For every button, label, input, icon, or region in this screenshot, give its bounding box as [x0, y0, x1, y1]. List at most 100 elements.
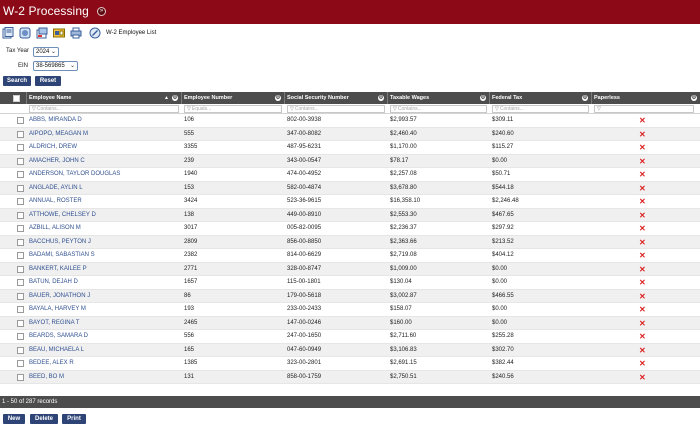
reset-button[interactable]: Reset: [35, 76, 61, 86]
row-checkbox[interactable]: [17, 117, 24, 124]
paperless-x-icon[interactable]: ✕: [639, 141, 646, 155]
print-report-icon[interactable]: [2, 27, 14, 39]
efile-icon[interactable]: [53, 27, 65, 39]
export-icon[interactable]: [36, 27, 48, 39]
employee-name-link[interactable]: ANGLADE, AYLIN L: [29, 182, 83, 196]
paperless-x-icon[interactable]: ✕: [639, 222, 646, 236]
column-menu-icon[interactable]: ⚙: [378, 95, 384, 101]
table-row[interactable]: BEDEE, ALEX R 1385 323-00-2801 $2,691.15 $38…: [0, 357, 700, 371]
filter-ssn[interactable]: ▽Contains...: [287, 105, 385, 113]
col-taxable-wages[interactable]: Taxable Wages ⚙: [388, 92, 490, 104]
row-checkbox[interactable]: [17, 225, 24, 232]
row-checkbox[interactable]: [17, 238, 24, 246]
filter-federal-tax[interactable]: ▽Contains...: [492, 105, 589, 113]
employee-name-link[interactable]: BATUN, DEJAH D: [29, 276, 78, 290]
paperless-x-icon[interactable]: ✕: [639, 195, 646, 209]
row-checkbox[interactable]: [17, 198, 24, 205]
table-row[interactable]: BACCHUS, PEYTON J 2809 856-00-8850 $2,363.6…: [0, 235, 700, 250]
paperless-x-icon[interactable]: ✕: [639, 168, 646, 182]
table-row[interactable]: BEARDS, SAMARA D 556 247-00-1650 $2,711.60 $…: [0, 330, 700, 344]
employee-name-link[interactable]: BAYOT, REGINA T: [29, 317, 79, 331]
table-row[interactable]: BEAU, MICHAELA L 165 047-60-0949 $3,106.83 $…: [0, 343, 700, 358]
row-checkbox[interactable]: [17, 157, 24, 165]
employee-name-link[interactable]: BEDEE, ALEX R: [29, 357, 74, 371]
paperless-x-icon[interactable]: ✕: [639, 344, 646, 358]
expand-arrow-icon[interactable]: »: [97, 7, 106, 16]
paperless-x-icon[interactable]: ✕: [639, 155, 646, 169]
row-checkbox[interactable]: [17, 184, 24, 192]
print-forms-icon[interactable]: [19, 27, 31, 39]
employee-name-link[interactable]: AIPOPO, MEAGAN M: [29, 128, 88, 142]
paperless-x-icon[interactable]: ✕: [639, 330, 646, 344]
employee-name-link[interactable]: ANNUAL, ROSTER: [29, 195, 82, 209]
col-employee-name[interactable]: Employee Name ▲ ⚙: [27, 92, 182, 104]
filter-paperless[interactable]: ▽: [594, 105, 694, 113]
table-row[interactable]: AIPOPO, MEAGAN M 555 347-00-8082 $2,460.40 $…: [0, 127, 700, 142]
employee-name-link[interactable]: BEED, BO M: [29, 371, 64, 385]
row-checkbox[interactable]: [17, 373, 24, 381]
row-checkbox[interactable]: [17, 144, 24, 151]
row-checkbox[interactable]: [17, 252, 24, 259]
employee-name-link[interactable]: AMACHER, JOHN C: [29, 155, 85, 169]
filter-employee-name[interactable]: ▽Contains...: [29, 105, 179, 113]
paperless-x-icon[interactable]: ✕: [639, 263, 646, 277]
paperless-x-icon[interactable]: ✕: [639, 357, 646, 371]
table-row[interactable]: BAUER, JONATHON J 86 179-00-5618 $3,002.87 $…: [0, 289, 700, 304]
row-checkbox[interactable]: [17, 279, 24, 286]
paperless-x-icon[interactable]: ✕: [639, 114, 646, 128]
w2-list-icon[interactable]: [89, 27, 101, 39]
employee-name-link[interactable]: BEAU, MICHAELA L: [29, 344, 84, 358]
table-row[interactable]: ALDRICH, DREW 3355 487-95-6231 $1,170.00 $11…: [0, 141, 700, 155]
column-menu-icon[interactable]: ⚙: [172, 95, 178, 101]
paperless-x-icon[interactable]: ✕: [639, 128, 646, 142]
w2-employee-list-link[interactable]: W-2 Employee List: [106, 30, 156, 36]
table-row[interactable]: BATUN, DEJAH D 1657 115-00-1801 $130.04 $0.0…: [0, 276, 700, 290]
column-menu-icon[interactable]: ⚙: [480, 95, 486, 101]
employee-name-link[interactable]: BADAMI, SABASTIAN S: [29, 249, 95, 263]
table-row[interactable]: ATTHOWE, CHELSEY D 138 449-00-8910 $2,553.3…: [0, 208, 700, 223]
employee-name-link[interactable]: ABBS, MIRANDA D: [29, 114, 82, 128]
row-checkbox[interactable]: [17, 333, 24, 340]
filter-employee-number[interactable]: ▽Equals...: [184, 105, 282, 113]
employee-name-link[interactable]: BACCHUS, PEYTON J: [29, 236, 91, 250]
row-checkbox[interactable]: [17, 346, 24, 354]
col-federal-tax[interactable]: Federal Tax ⚙: [490, 92, 592, 104]
print-button[interactable]: Print: [62, 414, 86, 424]
employee-name-link[interactable]: ATTHOWE, CHELSEY D: [29, 209, 96, 223]
employee-name-link[interactable]: BANKERT, KAILEE P: [29, 263, 87, 277]
filter-taxable-wages[interactable]: ▽Contains...: [390, 105, 487, 113]
new-button[interactable]: New: [3, 414, 25, 424]
search-button[interactable]: Search: [3, 76, 31, 86]
print-icon[interactable]: [70, 27, 82, 39]
table-row[interactable]: ANNUAL, ROSTER 3424 523-36-9615 $16,358.10 $…: [0, 195, 700, 209]
employee-name-link[interactable]: ANDERSON, TAYLOR DOUGLAS: [29, 168, 120, 182]
employee-name-link[interactable]: BEARDS, SAMARA D: [29, 330, 88, 344]
select-all-checkbox[interactable]: [13, 95, 20, 102]
paperless-x-icon[interactable]: ✕: [639, 209, 646, 223]
col-ssn[interactable]: Social Security Number ⚙: [285, 92, 388, 104]
paperless-x-icon[interactable]: ✕: [639, 371, 646, 385]
column-menu-icon[interactable]: ⚙: [691, 95, 697, 101]
table-row[interactable]: BAYALA, HARVEY M 193 233-00-2433 $158.07 $0.…: [0, 303, 700, 317]
table-row[interactable]: BANKERT, KAILEE P 2771 328-00-8747 $1,009.0…: [0, 262, 700, 277]
row-checkbox[interactable]: [17, 306, 24, 313]
col-paperless[interactable]: Paperless ⚙: [592, 92, 700, 104]
paperless-x-icon[interactable]: ✕: [639, 303, 646, 317]
table-row[interactable]: ANGLADE, AYLIN L 153 582-00-4874 $3,678.80 $…: [0, 181, 700, 196]
row-checkbox[interactable]: [17, 171, 24, 178]
row-checkbox[interactable]: [17, 265, 24, 273]
table-row[interactable]: AMACHER, JOHN C 239 343-00-0547 $78.17 $0.00…: [0, 154, 700, 169]
row-checkbox[interactable]: [17, 130, 24, 138]
row-checkbox[interactable]: [17, 319, 24, 327]
employee-name-link[interactable]: BAYALA, HARVEY M: [29, 303, 86, 317]
sort-asc-icon[interactable]: ▲: [164, 92, 169, 104]
table-row[interactable]: BEED, BO M 131 858-00-1759 $2,750.51 $240.56…: [0, 370, 700, 385]
table-row[interactable]: AZBILL, ALISON M 3017 005-82-0095 $2,236.37…: [0, 222, 700, 236]
paperless-x-icon[interactable]: ✕: [639, 276, 646, 290]
employee-name-link[interactable]: BAUER, JONATHON J: [29, 290, 90, 304]
row-checkbox[interactable]: [17, 292, 24, 300]
paperless-x-icon[interactable]: ✕: [639, 249, 646, 263]
column-menu-icon[interactable]: ⚙: [582, 95, 588, 101]
column-menu-icon[interactable]: ⚙: [275, 95, 281, 101]
col-employee-number[interactable]: Employee Number ⚙: [182, 92, 285, 104]
